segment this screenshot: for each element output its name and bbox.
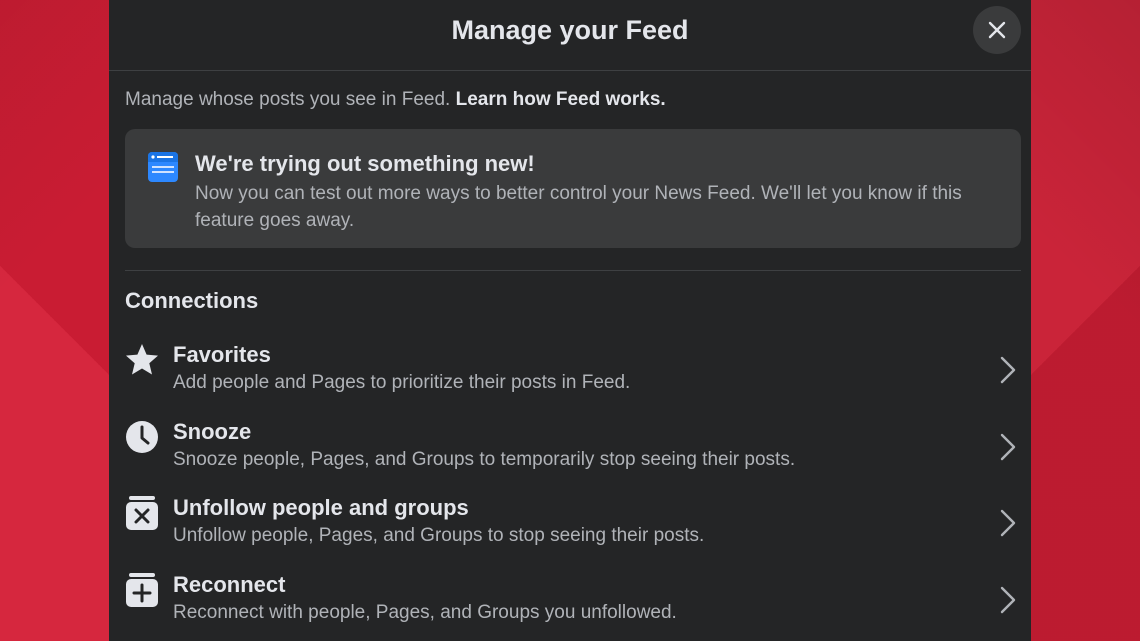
background-right — [1031, 0, 1140, 641]
news-feed-icon — [148, 152, 178, 182]
favorites-title: Favorites — [173, 342, 271, 367]
unfollow-title: Unfollow people and groups — [173, 495, 469, 520]
star-icon — [126, 344, 158, 375]
manage-feed-dialog: Manage your Feed Manage whose posts you … — [109, 0, 1031, 641]
learn-how-feed-works-link[interactable]: Learn how Feed works. — [456, 89, 666, 110]
chevron-right-icon — [1000, 356, 1016, 384]
reconnect-description: Reconnect with people, Pages, and Groups… — [173, 602, 677, 623]
snooze-title: Snooze — [173, 419, 252, 444]
reconnect-item[interactable]: Reconnect Reconnect with people, Pages, … — [109, 566, 1031, 638]
dialog-title: Manage your Feed — [451, 15, 689, 45]
reconnect-box-icon — [126, 573, 158, 607]
unfollow-description: Unfollow people, Pages, and Groups to st… — [173, 525, 705, 546]
connections-heading: Connections — [125, 288, 259, 313]
reconnect-title: Reconnect — [173, 572, 286, 597]
background-left — [0, 0, 109, 641]
snooze-description: Snooze people, Pages, and Groups to temp… — [173, 449, 796, 470]
dialog-header: Manage your Feed — [109, 0, 1031, 71]
notice-body: Now you can test out more ways to better… — [195, 183, 962, 231]
favorites-item[interactable]: Favorites Add people and Pages to priori… — [109, 336, 1031, 408]
close-button[interactable] — [973, 6, 1021, 54]
unfollow-box-icon — [126, 496, 158, 530]
notice-card: We're trying out something new! Now you … — [125, 129, 1021, 248]
clock-icon — [126, 421, 158, 453]
unfollow-item[interactable]: Unfollow people and groups Unfollow peop… — [109, 489, 1031, 561]
intro-description: Manage whose posts you see in Feed. — [125, 89, 451, 110]
snooze-item[interactable]: Snooze Snooze people, Pages, and Groups … — [109, 413, 1031, 485]
divider — [125, 270, 1021, 271]
favorites-description: Add people and Pages to prioritize their… — [173, 372, 631, 393]
notice-title: We're trying out something new! — [195, 151, 535, 176]
chevron-right-icon — [1000, 509, 1016, 537]
close-icon — [988, 21, 1006, 39]
chevron-right-icon — [1000, 586, 1016, 614]
intro-text: Manage whose posts you see in Feed. Lear… — [125, 89, 666, 111]
chevron-right-icon — [1000, 433, 1016, 461]
